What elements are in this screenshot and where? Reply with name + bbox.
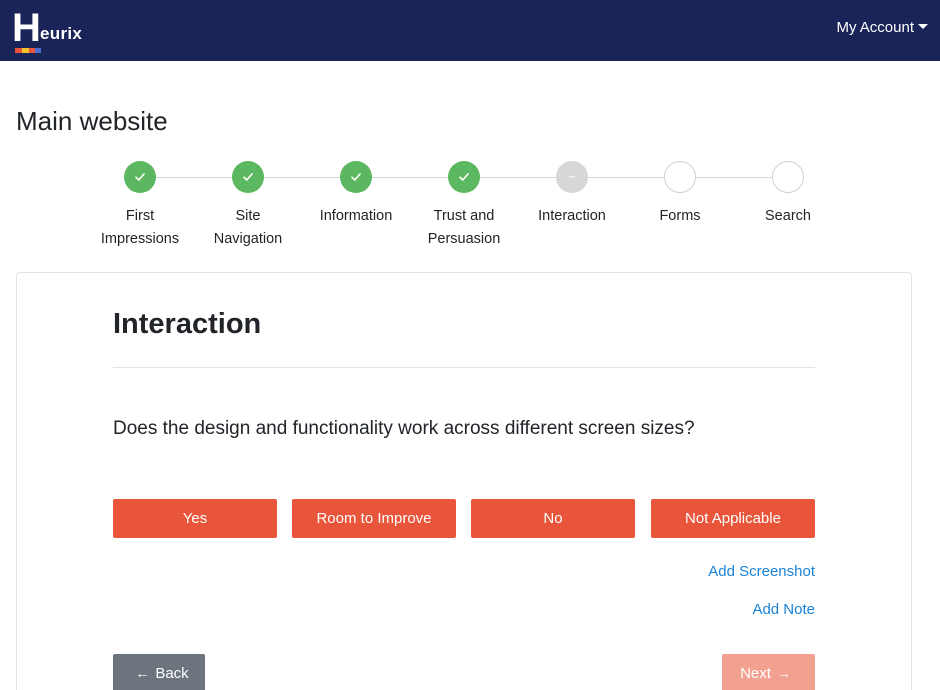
step-site-navigation[interactable]: Site Navigation (194, 160, 302, 251)
logo-color-bar (15, 48, 41, 53)
in-progress-icon: ~ (556, 161, 588, 193)
answer-not-applicable-button[interactable]: Not Applicable (651, 499, 815, 538)
step-first-impressions[interactable]: First Impressions (86, 160, 194, 251)
top-navbar: H eurix My Account (0, 0, 940, 61)
step-label: Site Navigation (213, 208, 283, 247)
caret-down-icon (918, 23, 928, 29)
answer-no-button[interactable]: No (471, 499, 635, 538)
step-label: Interaction (538, 208, 606, 224)
logo-initial: H (12, 6, 41, 50)
answer-room-to-improve-button[interactable]: Room to Improve (292, 499, 456, 538)
empty-step-icon (772, 161, 804, 193)
back-button[interactable]: ← Back (113, 654, 205, 690)
step-search[interactable]: Search (734, 160, 842, 228)
check-icon (232, 161, 264, 193)
step-label: Information (319, 208, 393, 224)
question-text: Does the design and functionality work a… (113, 418, 695, 439)
step-information[interactable]: Information (302, 160, 410, 228)
check-icon (124, 161, 156, 193)
page-title: Main website (16, 106, 168, 136)
step-label: First Impressions (100, 208, 180, 247)
arrow-right-icon: → (776, 665, 791, 681)
my-account-menu[interactable]: My Account (836, 19, 928, 36)
section-title: Interaction (113, 308, 262, 340)
next-label: Next (740, 664, 771, 682)
empty-step-icon (664, 161, 696, 193)
heurix-logo[interactable]: H eurix (12, 6, 122, 54)
back-label: Back (155, 664, 189, 682)
progress-stepper: First Impressions Site Navigation Informat… (86, 160, 842, 250)
check-icon (340, 161, 372, 193)
step-interaction[interactable]: ~ Interaction (518, 160, 626, 228)
logo-text: eurix (40, 24, 83, 43)
step-forms[interactable]: Forms (626, 160, 734, 228)
next-button[interactable]: Next → (722, 654, 815, 690)
my-account-label: My Account (836, 19, 914, 36)
check-icon (448, 161, 480, 193)
arrow-left-icon: ← (135, 665, 150, 681)
step-label: Forms (659, 208, 701, 224)
step-label: Search (765, 208, 811, 224)
step-trust-and-persuasion[interactable]: Trust and Persuasion (410, 160, 518, 251)
answer-yes-button[interactable]: Yes (113, 499, 277, 538)
add-screenshot-link[interactable]: Add Screenshot (708, 563, 815, 580)
step-label: Trust and Persuasion (427, 208, 501, 247)
divider (113, 367, 815, 368)
add-note-link[interactable]: Add Note (752, 601, 815, 618)
